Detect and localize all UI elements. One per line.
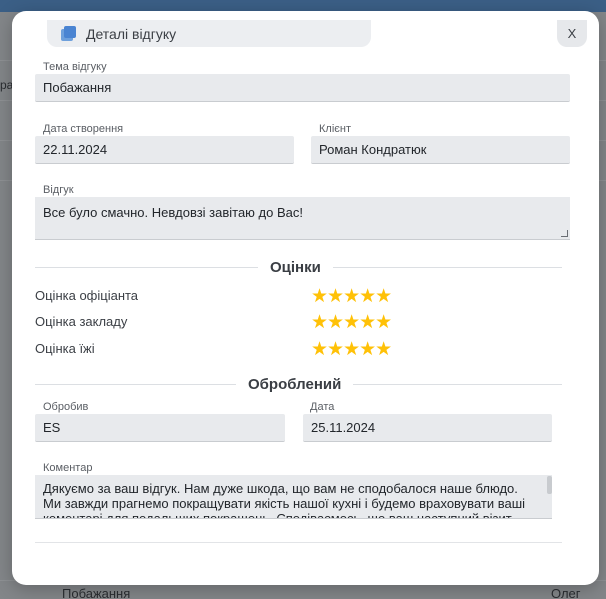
created-date-label: Дата створення <box>43 123 124 135</box>
client-field[interactable]: Роман Кондратюк <box>311 136 570 164</box>
review-textarea[interactable]: Все було смачно. Невдовзі завітаю до Вас… <box>35 197 570 240</box>
comment-textarea[interactable]: Дякуємо за ваш відгук. Нам дуже шкода, щ… <box>35 475 552 519</box>
modal-header: Деталі відгуку <box>47 20 371 47</box>
venue-rating-stars: ★★★★★ <box>311 312 392 333</box>
processed-date-label: Дата <box>310 401 335 413</box>
processed-by-label: Обробив <box>43 401 89 413</box>
food-rating-label: Оцінка їжі <box>35 341 95 356</box>
modal-title: Деталі відгуку <box>86 25 177 42</box>
comment-label: Коментар <box>43 462 93 474</box>
waiter-rating-label: Оцінка офіціанта <box>35 288 139 303</box>
ratings-section-title: Оцінки <box>258 259 333 276</box>
review-label: Відгук <box>43 184 74 196</box>
review-details-modal: Деталі відгуку X Тема відгуку Побажання … <box>12 11 599 585</box>
processed-section-title: Оброблений <box>236 376 354 393</box>
background-row-topic: Побажання <box>62 586 131 599</box>
comment-scrollbar[interactable] <box>547 476 552 494</box>
client-label: Клієнт <box>319 123 351 135</box>
copy-icon <box>61 25 77 42</box>
processed-date-field[interactable]: 25.11.2024 <box>303 414 552 442</box>
topic-label: Тема відгуку <box>43 61 107 73</box>
review-text: Все було смачно. Невдовзі завітаю до Вас… <box>43 205 303 220</box>
resize-handle-icon[interactable] <box>561 230 568 237</box>
food-rating-stars: ★★★★★ <box>311 339 392 360</box>
waiter-rating-stars: ★★★★★ <box>311 286 392 307</box>
comment-line: Дякуємо за ваш відгук. Нам дуже шкода, щ… <box>43 481 518 496</box>
modal-footer-divider <box>35 542 562 543</box>
comment-line: Ми завжди прагнемо покращувати якість на… <box>43 496 526 511</box>
background-row-name: Олег <box>551 586 581 599</box>
processed-by-field[interactable]: ES <box>35 414 285 442</box>
comment-line: коментарі для подальших покращень. Споді… <box>43 511 512 519</box>
created-date-field[interactable]: 22.11.2024 <box>35 136 294 164</box>
venue-rating-label: Оцінка закладу <box>35 314 128 329</box>
close-button[interactable]: X <box>557 20 587 47</box>
topic-field[interactable]: Побажання <box>35 74 570 102</box>
